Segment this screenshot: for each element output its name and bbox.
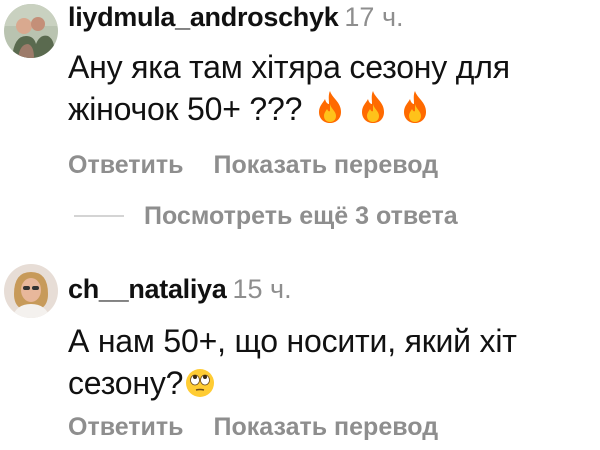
comment-actions: Ответить Показать перевод	[68, 412, 438, 442]
fire-emoji	[315, 90, 345, 134]
show-translation-button[interactable]: Показать перевод	[214, 151, 439, 179]
divider-line	[74, 215, 124, 217]
username[interactable]: liydmula_androschyk	[68, 2, 339, 32]
view-more-replies-label[interactable]: Посмотреть ещё 3 ответа	[144, 201, 458, 231]
comment-actions: Ответить Показать перевод	[68, 150, 438, 180]
reply-button[interactable]: Ответить	[68, 151, 184, 179]
fire-emoji	[358, 90, 388, 134]
comment-text: Ану яка там хітяра сезону для жіночок 50…	[68, 49, 510, 127]
show-translation-button[interactable]: Показать перевод	[214, 413, 439, 441]
eye-roll-emoji	[185, 366, 215, 408]
comment-text: А нам 50+, що носити, який хіт сезону?	[68, 323, 517, 401]
comment-header: liydmula_androschyk 17 ч.	[68, 2, 404, 32]
comment: liydmula_androschyk 17 ч. Ану яка там хіт…	[0, 0, 600, 200]
avatar[interactable]	[4, 4, 58, 58]
comment: ch__nataliya 15 ч. А нам 50+, що носити, …	[0, 262, 600, 450]
timestamp: 17 ч.	[344, 2, 404, 32]
comment-text-wrapper: А нам 50+, що носити, який хіт сезону?	[68, 320, 588, 408]
view-more-replies[interactable]: Посмотреть ещё 3 ответа	[68, 201, 458, 231]
comment-text-wrapper: Ану яка там хітяра сезону для жіночок 50…	[68, 46, 588, 134]
timestamp: 15 ч.	[232, 274, 292, 304]
username[interactable]: ch__nataliya	[68, 274, 227, 304]
fire-emoji	[400, 90, 430, 134]
avatar[interactable]	[4, 264, 58, 318]
comment-header: ch__nataliya 15 ч.	[68, 274, 292, 304]
reply-button[interactable]: Ответить	[68, 413, 184, 441]
